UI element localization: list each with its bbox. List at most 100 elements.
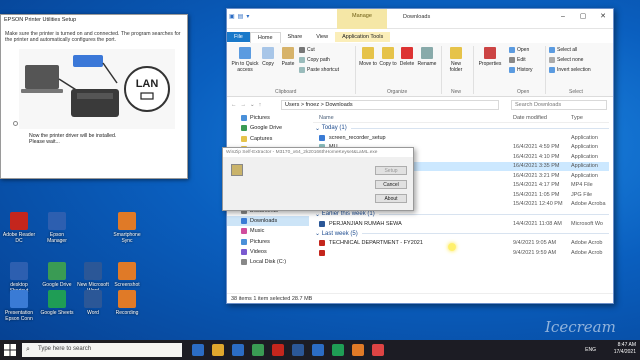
- manage-tab[interactable]: Manage: [337, 9, 387, 29]
- close-icon[interactable]: ✕: [593, 9, 613, 25]
- desktop-icon[interactable]: Google Sheets: [40, 290, 74, 324]
- winzip-icon: [231, 164, 243, 176]
- column-date[interactable]: Date modified: [513, 115, 571, 121]
- nav-item[interactable]: Downloads: [227, 215, 309, 227]
- forward-icon[interactable]: →: [241, 102, 247, 108]
- open-button[interactable]: Open: [509, 47, 529, 53]
- group-header[interactable]: ⌄ Today (1): [313, 123, 609, 133]
- nav-item[interactable]: Pictures: [227, 237, 309, 247]
- rename-button[interactable]: Rename: [417, 47, 437, 67]
- desktop-icon-label: Epson Manager: [47, 232, 67, 244]
- app-icon: [84, 290, 102, 308]
- dialog-title: WinZip Self-Extractor - M3170_x64_2k2016…: [223, 148, 413, 157]
- taskbar-search-input[interactable]: Type here to search: [22, 343, 182, 357]
- back-icon[interactable]: ←: [231, 102, 237, 108]
- column-name[interactable]: Name: [313, 115, 513, 121]
- tab-file[interactable]: File: [227, 32, 250, 42]
- copy-to-button[interactable]: Copy to: [379, 47, 397, 67]
- taskbar-app-icon[interactable]: [372, 344, 384, 356]
- column-type[interactable]: Type: [571, 115, 609, 121]
- desktop-icon[interactable]: Recording: [110, 290, 144, 324]
- about-button[interactable]: About: [375, 194, 407, 203]
- table-row[interactable]: screen_recorder_setup Application: [313, 133, 609, 143]
- properties-button[interactable]: Properties: [477, 47, 503, 67]
- nav-item[interactable]: Pictures: [227, 113, 309, 123]
- desktop-icon[interactable]: Presentation Epson Conn: [2, 290, 36, 324]
- cancel-button[interactable]: Cancel: [375, 180, 407, 189]
- tab-share[interactable]: Share: [281, 32, 310, 42]
- taskbar-app-icon[interactable]: [252, 344, 264, 356]
- desktop-icon[interactable]: Smartphone Sync: [110, 212, 144, 246]
- nav-item[interactable]: Captures: [227, 134, 309, 144]
- group-header[interactable]: ⌄ Last week (5): [313, 229, 609, 239]
- tab-home[interactable]: Home: [249, 31, 281, 43]
- app-icon: [48, 212, 66, 230]
- taskbar-app-icon[interactable]: [232, 344, 244, 356]
- mouse-cursor-highlight: [448, 243, 456, 251]
- file-icon: [319, 240, 325, 247]
- nav-item[interactable]: Google Drive: [227, 123, 309, 133]
- taskbar-app-icon[interactable]: [332, 344, 344, 356]
- group-label: Open: [517, 89, 530, 95]
- edit-button[interactable]: Edit: [509, 57, 526, 63]
- taskbar-app-icon[interactable]: [352, 344, 364, 356]
- taskbar-app-icon[interactable]: [272, 344, 284, 356]
- desktop-icon[interactable]: Word: [76, 290, 110, 324]
- select-all-button[interactable]: Select all: [549, 47, 577, 53]
- recent-icon[interactable]: ⌄: [250, 102, 255, 108]
- new-folder-button[interactable]: New folder: [445, 47, 467, 73]
- address-bar[interactable]: Users > fnoez > Downloads: [281, 100, 499, 110]
- file-date: 16/4/2021 3:21 PM: [513, 172, 560, 179]
- setup-button[interactable]: Setup: [375, 166, 407, 175]
- nav-item[interactable]: Local Disk (C:): [227, 257, 309, 267]
- taskbar-app-icon[interactable]: [292, 344, 304, 356]
- move-icon: [362, 47, 374, 59]
- taskbar-app-icon[interactable]: [312, 344, 324, 356]
- select-none-button[interactable]: Select none: [549, 57, 583, 63]
- shortcut-icon: [299, 67, 305, 73]
- paste-icon: [282, 47, 294, 59]
- copy-button[interactable]: Copy: [259, 47, 277, 67]
- nav-item[interactable]: Videos: [227, 247, 309, 257]
- setup-description: Make sure the printer is turned on and c…: [5, 31, 181, 43]
- file-date: 14/4/2021 11:08 AM: [513, 220, 562, 227]
- invert-selection-button[interactable]: Invert selection: [549, 67, 591, 73]
- folder-icon[interactable]: ▤: [238, 13, 244, 20]
- search-input[interactable]: Search Downloads: [511, 100, 607, 110]
- file-date: 15/4/2021 12:40 PM: [513, 201, 563, 208]
- winzip-dialog: WinZip Self-Extractor - M3170_x64_2k2016…: [222, 147, 414, 211]
- windows-start-icon[interactable]: [4, 344, 16, 356]
- loading-spinner-icon: [13, 121, 18, 126]
- nav-item[interactable]: Music: [227, 226, 309, 236]
- save-icon[interactable]: ▣: [229, 13, 235, 20]
- taskbar-app-icon[interactable]: [192, 344, 204, 356]
- folder-icon: [241, 228, 247, 235]
- tab-view[interactable]: View: [309, 32, 335, 42]
- paste-shortcut-button[interactable]: Paste shortcut: [299, 67, 339, 73]
- desktop-icon[interactable]: Adobe Reader DC: [2, 212, 36, 246]
- nav-item-label: Pictures: [250, 115, 270, 122]
- tab-application-tools[interactable]: Application Tools: [335, 32, 391, 42]
- delete-button[interactable]: Delete: [399, 47, 415, 67]
- paste-button[interactable]: Paste: [279, 47, 297, 67]
- group-label: Clipboard: [275, 89, 297, 95]
- language-indicator[interactable]: ENG: [585, 347, 596, 353]
- cut-button[interactable]: Cut: [299, 47, 315, 53]
- pin-quick-access-button[interactable]: Pin to Quick access: [231, 47, 259, 73]
- nav-item-label: Music: [250, 228, 265, 235]
- move-to-button[interactable]: Move to: [359, 47, 377, 67]
- up-icon[interactable]: ↑: [259, 102, 262, 108]
- minimize-icon[interactable]: –: [553, 9, 573, 25]
- table-row[interactable]: PERJANJIAN RUMAH SEWA 14/4/2021 11:08 AM M…: [313, 219, 609, 229]
- maximize-icon[interactable]: ▢: [573, 9, 593, 25]
- history-button[interactable]: History: [509, 67, 533, 73]
- nav-item-label: Downloads: [250, 218, 278, 225]
- dropdown-icon[interactable]: ▾: [246, 13, 249, 20]
- pin-icon: [239, 47, 251, 59]
- desktop-icon[interactable]: Epson Manager: [40, 212, 74, 246]
- taskbar-app-icon[interactable]: [212, 344, 224, 356]
- table-row[interactable]: 9/4/2021 9:59 AM Adobe Acrob: [313, 248, 609, 258]
- copy-path-button[interactable]: Copy path: [299, 57, 330, 63]
- system-tray[interactable]: 8:47 AM 17/4/2021: [614, 342, 636, 356]
- table-row[interactable]: TECHNICAL DEPARTMENT - FY2021 9/4/2021 9:…: [313, 239, 609, 249]
